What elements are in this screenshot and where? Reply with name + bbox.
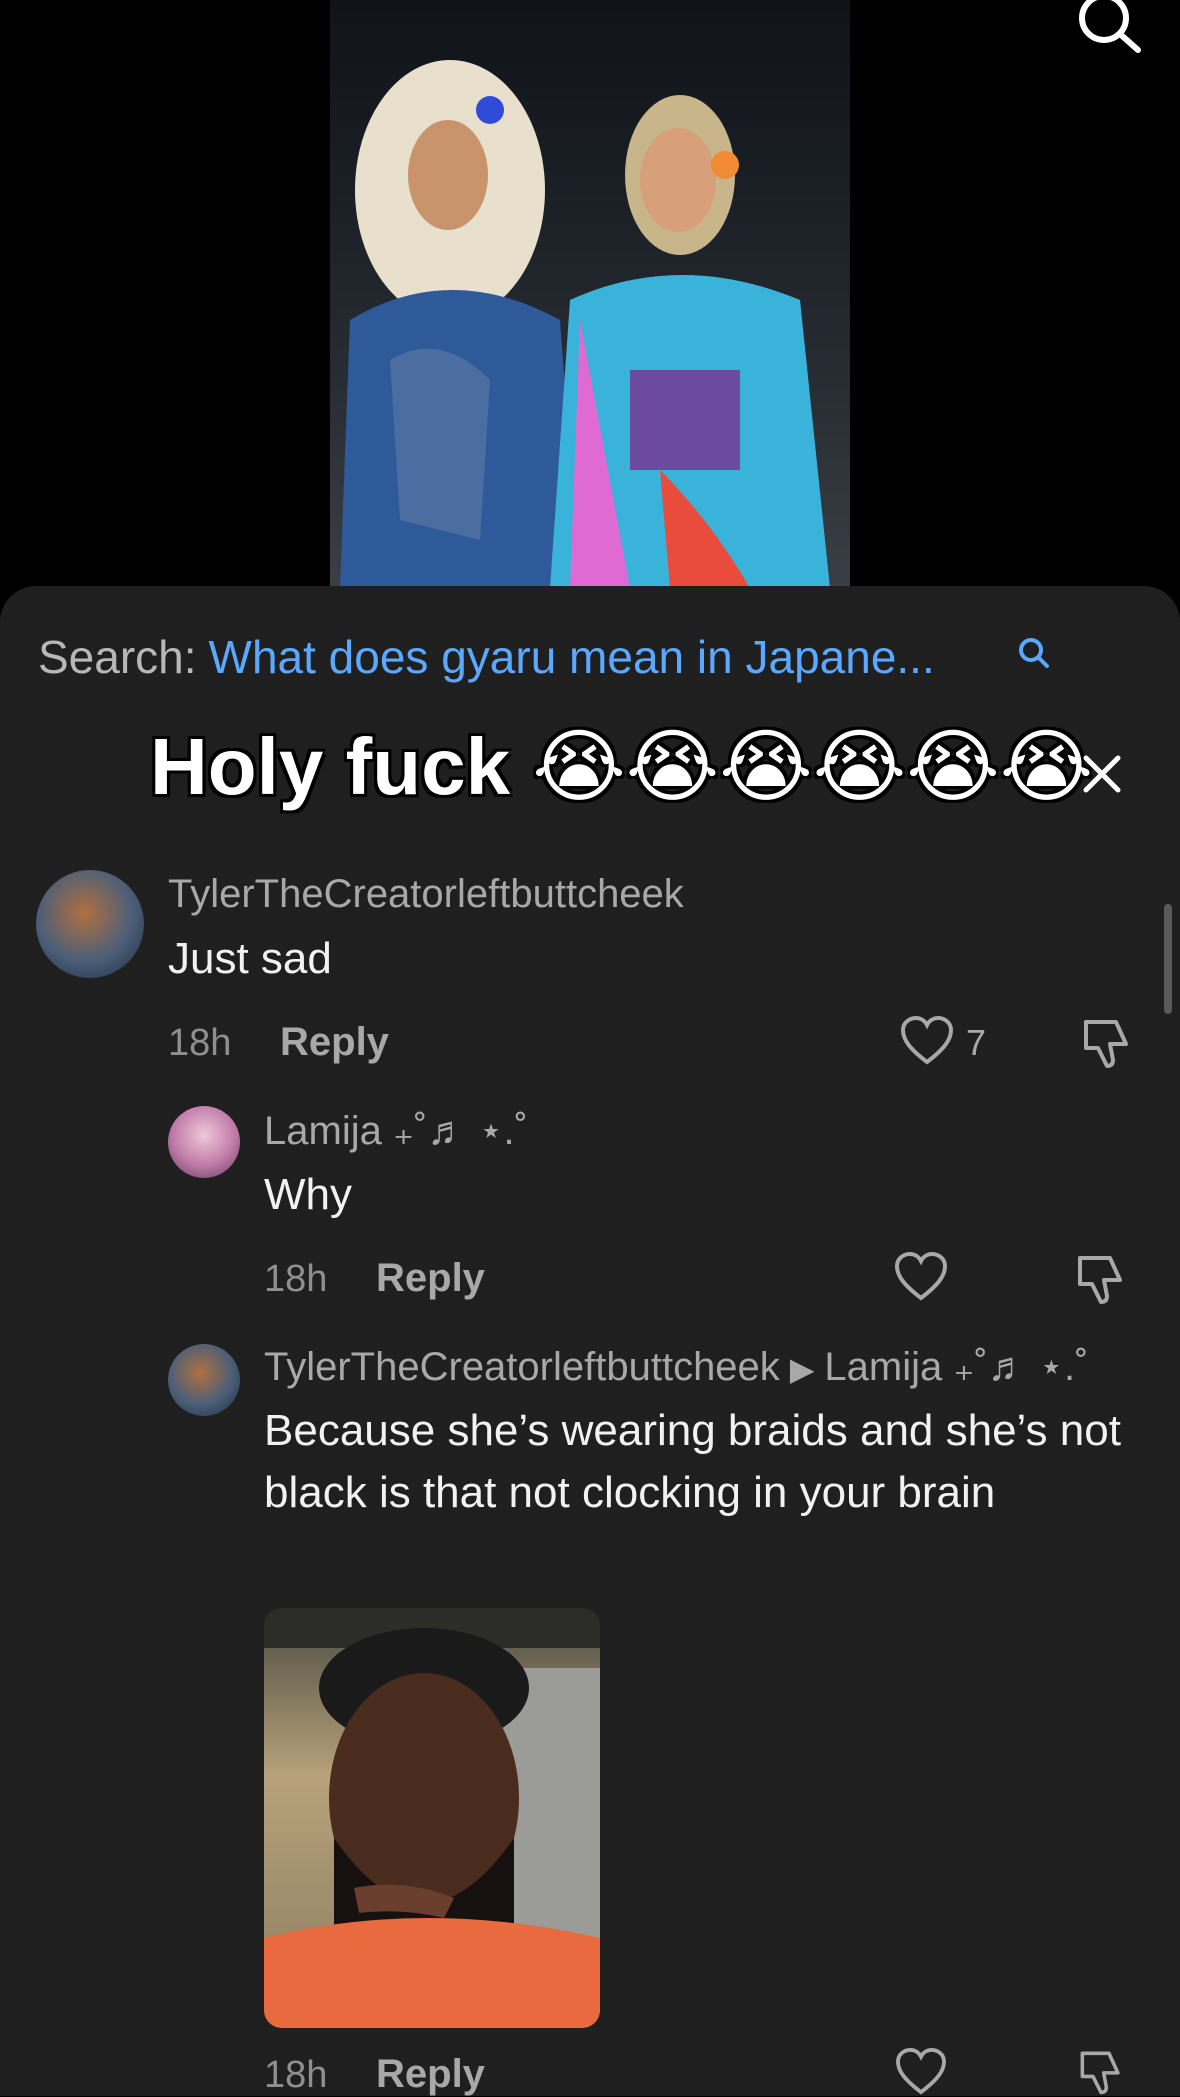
comment-username[interactable]: TylerTheCreatorleftbuttcheek ▶ Lamija ₊˚♬ … bbox=[264, 1344, 1088, 1390]
scrollbar[interactable] bbox=[1164, 904, 1172, 1014]
heart-icon[interactable] bbox=[894, 1252, 948, 1302]
avatar[interactable] bbox=[168, 1106, 240, 1178]
search-query-link[interactable]: What does gyaru mean in Japane... bbox=[209, 631, 935, 683]
dislike-icon[interactable] bbox=[1080, 1016, 1134, 1070]
comment-timestamp: 18h bbox=[264, 2054, 328, 2096]
search-icon[interactable] bbox=[1074, 0, 1144, 60]
comment-timestamp: 18h bbox=[264, 1258, 328, 1300]
reply-target[interactable]: Lamija ₊˚♬ ⋆.˚ bbox=[824, 1345, 1088, 1389]
reply-button[interactable]: Reply bbox=[280, 1020, 389, 1065]
search-suggestion[interactable]: Search: What does gyaru mean in Japane... bbox=[38, 630, 935, 684]
comments-sheet: Search: What does gyaru mean in Japane...… bbox=[0, 586, 1180, 2096]
reply-button[interactable]: Reply bbox=[376, 2052, 485, 2097]
heart-icon[interactable] bbox=[900, 1016, 954, 1066]
dislike-icon[interactable] bbox=[1074, 1252, 1128, 1306]
video-thumbnail[interactable] bbox=[330, 0, 850, 588]
search-prefix: Search: bbox=[38, 631, 197, 683]
avatar[interactable] bbox=[36, 870, 144, 978]
dislike-icon[interactable] bbox=[1074, 2048, 1128, 2096]
video-caption-overlay: Holy fuck 😭😭😭😭😭😭 bbox=[150, 722, 1094, 811]
reply-author[interactable]: TylerTheCreatorleftbuttcheek bbox=[264, 1345, 780, 1389]
comment-text: Just sad bbox=[168, 934, 332, 983]
comment-username[interactable]: TylerTheCreatorleftbuttcheek bbox=[168, 872, 684, 917]
comment-text: Why bbox=[264, 1170, 352, 1219]
close-icon[interactable] bbox=[1078, 750, 1126, 798]
avatar[interactable] bbox=[168, 1344, 240, 1416]
comment-text: Because she’s wearing braids and she’s n… bbox=[264, 1406, 1121, 1517]
video-player[interactable] bbox=[0, 0, 1180, 600]
comment-image[interactable] bbox=[264, 1608, 600, 2028]
heart-icon[interactable] bbox=[894, 2048, 948, 2096]
comment-username[interactable]: Lamija ₊˚♬ ⋆.˚ bbox=[264, 1108, 528, 1154]
reply-button[interactable]: Reply bbox=[376, 1256, 485, 1301]
comment-timestamp: 18h bbox=[168, 1022, 232, 1064]
like-count: 7 bbox=[966, 1022, 987, 1063]
search-icon[interactable] bbox=[1014, 634, 1054, 674]
reply-arrow-icon: ▶ bbox=[789, 1351, 815, 1387]
